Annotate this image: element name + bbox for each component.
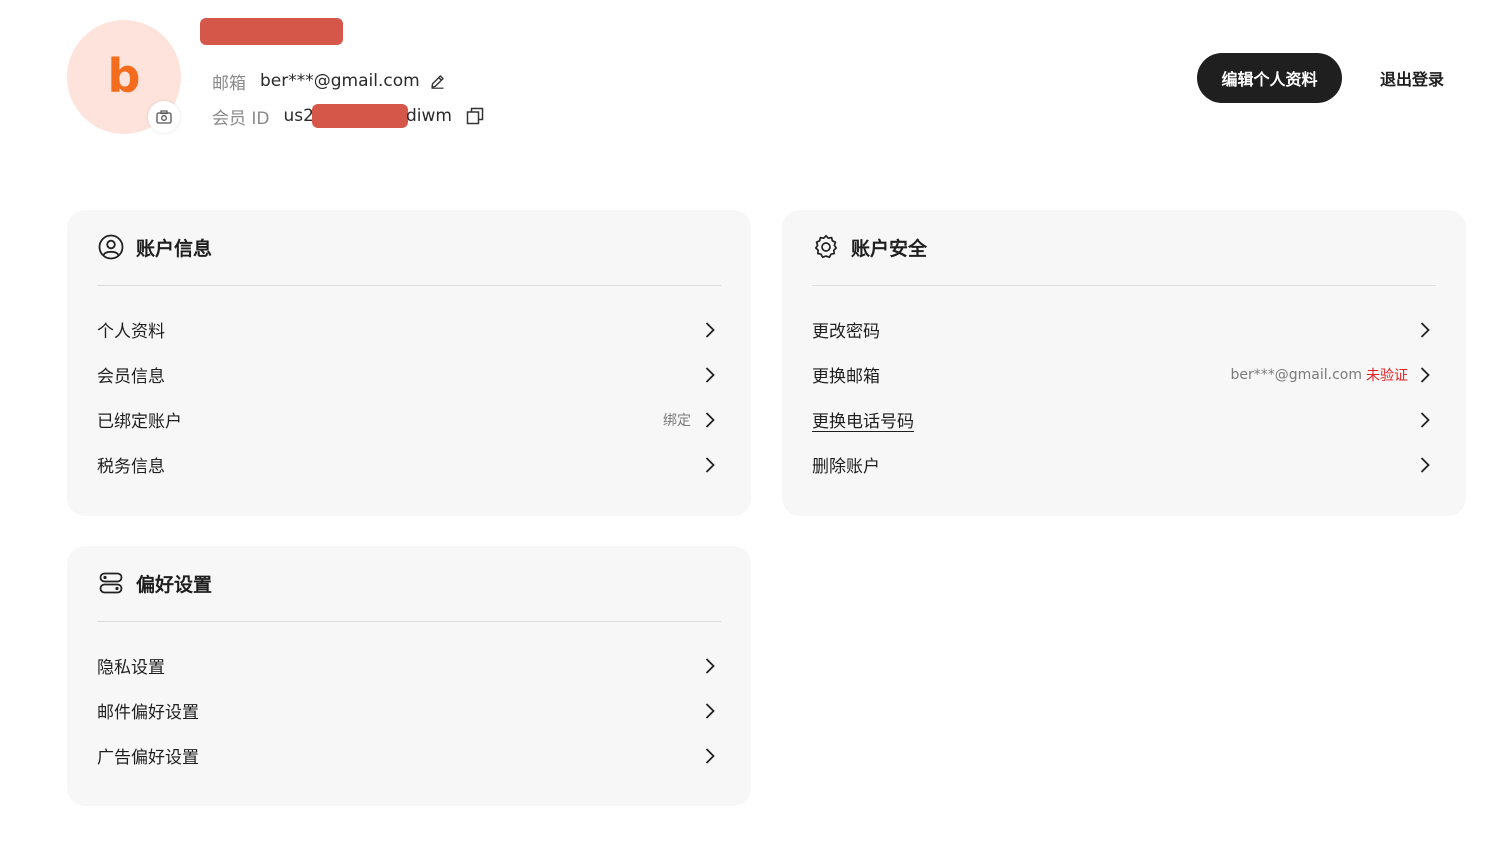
- avatar[interactable]: b: [67, 20, 181, 134]
- list-item-label: 删除账户: [812, 457, 880, 477]
- chevron-right-icon: [1416, 456, 1434, 474]
- camera-icon: [156, 110, 172, 124]
- user-circle-icon: [97, 233, 125, 261]
- account-info-title: 账户信息: [136, 237, 213, 260]
- member-id-row: 会员 ID us2 diwm: [212, 104, 484, 129]
- chevron-right-icon: [1416, 411, 1434, 429]
- list-item-membership[interactable]: 会员信息: [97, 352, 721, 397]
- account-info-header: 账户信息: [97, 232, 212, 262]
- preferences-card: 偏好设置 隐私设置 邮件偏好设置 广告偏好设置: [67, 546, 751, 806]
- list-item-label: 邮件偏好设置: [97, 703, 199, 723]
- row-right: [1416, 411, 1436, 429]
- avatar-letter: b: [107, 49, 141, 103]
- row-right: ber***@gmail.com 未验证: [1231, 365, 1437, 385]
- chevron-right-icon: [701, 411, 719, 429]
- chevron-right-icon: [1416, 366, 1434, 384]
- member-id-label: 会员 ID: [212, 108, 270, 129]
- pencil-icon: [430, 74, 444, 89]
- list-item-label: 税务信息: [97, 457, 165, 477]
- list-item-label: 更改密码: [812, 322, 880, 342]
- chevron-right-icon: [701, 366, 719, 384]
- row-right: 绑定: [663, 410, 721, 430]
- member-id-suffix: diwm: [405, 106, 452, 126]
- bind-status: 绑定: [663, 412, 691, 429]
- email-label: 邮箱: [212, 73, 246, 94]
- row-right: [701, 456, 721, 474]
- chevron-right-icon: [1416, 321, 1434, 339]
- list-item-tax-info[interactable]: 税务信息: [97, 442, 721, 487]
- preferences-header: 偏好设置: [97, 568, 212, 598]
- list-item-label: 已绑定账户: [97, 412, 182, 432]
- account-security-card: 账户安全 更改密码 更换邮箱 ber***@gmail.com 未验证 更换电话…: [782, 210, 1466, 516]
- current-email: ber***@gmail.com: [1230, 366, 1363, 383]
- list-item-label: 个人资料: [97, 322, 165, 342]
- member-id-prefix: us2: [283, 106, 314, 126]
- row-right: [701, 321, 721, 339]
- divider: [812, 285, 1436, 286]
- list-item-label: 会员信息: [97, 367, 165, 387]
- row-right: [701, 702, 721, 720]
- account-info-list: 个人资料 会员信息 已绑定账户 绑定 税务信息: [97, 307, 721, 487]
- divider: [97, 621, 721, 622]
- account-security-list: 更改密码 更换邮箱 ber***@gmail.com 未验证 更换电话号码 删除…: [812, 307, 1436, 487]
- username-redacted: [200, 18, 343, 45]
- chevron-right-icon: [701, 321, 719, 339]
- list-item-profile[interactable]: 个人资料: [97, 307, 721, 352]
- edit-profile-button[interactable]: 编辑个人资料: [1197, 53, 1342, 103]
- logout-button[interactable]: 退出登录: [1364, 53, 1460, 103]
- row-right: [701, 657, 721, 675]
- email-value: ber***@gmail.com: [260, 71, 420, 91]
- list-item-change-password[interactable]: 更改密码: [812, 307, 1436, 352]
- change-avatar-button[interactable]: [148, 101, 180, 133]
- list-item-change-email[interactable]: 更换邮箱 ber***@gmail.com 未验证: [812, 352, 1436, 397]
- chevron-right-icon: [701, 747, 719, 765]
- unverified-badge: 未验证: [1366, 367, 1408, 384]
- list-item-delete-account[interactable]: 删除账户: [812, 442, 1436, 487]
- list-item-label: 广告偏好设置: [97, 748, 199, 768]
- account-page: b 邮箱 ber***@gmail.com 会员 ID us2 diwm 编辑个…: [0, 0, 1505, 855]
- edit-email-button[interactable]: [429, 73, 446, 90]
- gear-icon: [812, 233, 840, 261]
- list-item-label: 更换电话号码: [812, 412, 914, 432]
- list-item-ad-preferences[interactable]: 广告偏好设置: [97, 733, 721, 778]
- row-right: [701, 747, 721, 765]
- list-item-linked-accounts[interactable]: 已绑定账户 绑定: [97, 397, 721, 442]
- list-item-privacy[interactable]: 隐私设置: [97, 643, 721, 688]
- row-right: [701, 366, 721, 384]
- preferences-list: 隐私设置 邮件偏好设置 广告偏好设置: [97, 643, 721, 778]
- list-item-email-preferences[interactable]: 邮件偏好设置: [97, 688, 721, 733]
- chevron-right-icon: [701, 657, 719, 675]
- toggle-settings-icon: [97, 569, 125, 597]
- row-right: [1416, 456, 1436, 474]
- copy-member-id-button[interactable]: [466, 107, 484, 125]
- copy-icon: [466, 107, 484, 125]
- account-info-card: 账户信息 个人资料 会员信息 已绑定账户 绑定 税务信息: [67, 210, 751, 516]
- chevron-right-icon: [701, 456, 719, 474]
- account-security-header: 账户安全: [812, 232, 927, 262]
- list-item-change-phone[interactable]: 更换电话号码: [812, 397, 1436, 442]
- list-item-label: 隐私设置: [97, 658, 165, 678]
- email-row: 邮箱 ber***@gmail.com: [212, 69, 446, 94]
- account-security-title: 账户安全: [851, 237, 928, 260]
- chevron-right-icon: [701, 702, 719, 720]
- member-id-redacted: [311, 104, 408, 128]
- row-right: [1416, 321, 1436, 339]
- preferences-title: 偏好设置: [136, 573, 213, 596]
- divider: [97, 285, 721, 286]
- list-item-label: 更换邮箱: [812, 367, 880, 387]
